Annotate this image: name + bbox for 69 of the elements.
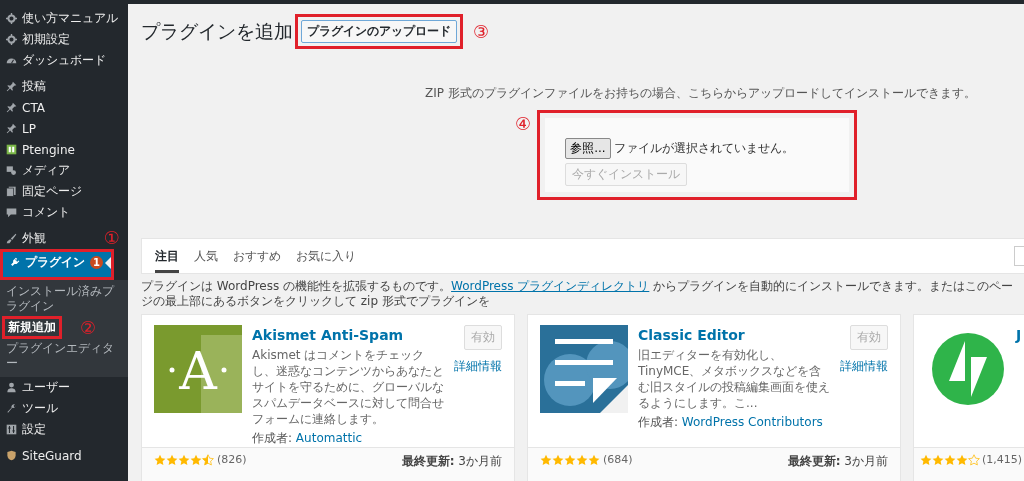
annotation-number: ④ — [515, 114, 532, 134]
sidebar-item[interactable]: 固定ページ — [0, 181, 86, 202]
rating-count: (826) — [217, 453, 247, 466]
sidebar-item[interactable]: コメント — [0, 202, 74, 223]
rating-count: (1,415) — [982, 453, 1023, 466]
sidebar-item[interactable]: 外観 — [0, 228, 50, 249]
sidebar-item[interactable]: ツール — [0, 398, 62, 419]
menu-label: 外観 — [22, 230, 46, 247]
author-label: 作成者: — [252, 431, 294, 445]
submenu-item[interactable]: 新規追加 — [5, 319, 59, 336]
menu-label: 初期設定 — [22, 31, 70, 48]
menu-label: 設定 — [22, 421, 46, 438]
annotation-number: ③ — [473, 21, 490, 42]
upload-help-text: ZIP 形式のプラグインファイルをお持ちの場合、こちらからアップロードしてインストールできます。 — [425, 85, 977, 102]
intro-text: プラグインは WordPress の機能性を拡張するものです。WordPress プラグインディレクトリ からプラグインを自動的にインストールできます。またはこのページの最上部にあるボタンをクリックして zip 形式でプラグインを — [141, 279, 1014, 309]
updated-value: 3か月前 — [843, 454, 888, 468]
sidebar-item[interactable]: CTA — [0, 97, 49, 118]
plugin-logo: A — [154, 325, 242, 413]
updated-label: 最終更新: — [401, 454, 455, 468]
sidebar-item[interactable]: 投稿 — [0, 76, 50, 97]
menu-label: プラグイン — [25, 254, 85, 271]
details-link[interactable]: 詳細情報 — [840, 358, 888, 375]
menu-label: SiteGuard — [22, 448, 82, 463]
sidebar-item[interactable]: ダッシュボード — [0, 50, 110, 71]
count-badge: 1 — [90, 256, 103, 269]
browse-button[interactable]: 参照... — [565, 138, 611, 159]
author-label: 作成者: — [638, 415, 680, 429]
menu-label: 固定ページ — [22, 183, 82, 200]
sidebar-item[interactable]: 使い方マニュアル — [0, 8, 122, 29]
menu-label: Ptengine — [22, 142, 75, 157]
menu-label: CTA — [22, 100, 45, 115]
plugin-name-link[interactable]: J — [1016, 327, 1024, 343]
page-title: プラグインを追加 — [141, 18, 293, 44]
menu-label: 投稿 — [22, 78, 46, 95]
plugin-name-link[interactable]: Classic Editor — [638, 327, 830, 343]
menu-label: ダッシュボード — [22, 52, 106, 69]
annotation-number: ② — [80, 317, 97, 338]
filter-tab[interactable]: おすすめ — [233, 239, 281, 273]
details-link[interactable]: 詳細情報 — [454, 358, 502, 375]
annotation-number: ① — [103, 228, 120, 248]
file-status-text: ファイルが選択されていません。 — [613, 140, 794, 157]
sidebar-item[interactable]: SiteGuard — [0, 445, 86, 466]
updated-value: 3か月前 — [457, 454, 502, 468]
filter-tab[interactable]: 注目 — [155, 239, 179, 273]
menu-label: LP — [22, 121, 36, 136]
menu-label: ツール — [22, 400, 58, 417]
submenu-item[interactable]: インストール済みプラグイン — [0, 282, 128, 316]
plugin-description: 旧エディターを有効化し、TinyMCE、メタボックスなどを含む旧スタイルの投稿編集画面を使えるようにします。こ... — [638, 347, 830, 411]
menu-label: ユーザー — [22, 379, 70, 396]
sidebar-item[interactable]: メディア — [0, 160, 74, 181]
sidebar-item[interactable]: Ptengine — [0, 139, 79, 160]
filter-tab[interactable]: 人気 — [194, 239, 218, 273]
menu-label: 使い方マニュアル — [22, 10, 118, 27]
sidebar-item[interactable]: 初期設定 — [0, 29, 74, 50]
upload-plugin-button[interactable]: プラグインのアップロード — [301, 20, 457, 43]
submenu-item[interactable]: プラグインエディター — [0, 339, 128, 373]
filter-tab[interactable]: お気に入り — [296, 239, 356, 273]
menu-label: コメント — [22, 204, 70, 221]
author-link[interactable]: Automattic — [295, 431, 363, 445]
sidebar-item[interactable]: 設定 — [0, 419, 50, 440]
menu-label: メディア — [22, 162, 70, 179]
rating-count: (684) — [603, 453, 633, 466]
plugin-name-link[interactable]: Akismet Anti-Spam — [252, 327, 444, 343]
sidebar-item[interactable]: LP — [0, 118, 40, 139]
updated-label: 最終更新: — [787, 454, 841, 468]
plugin-description: Akismet はコメントをチェックし、迷惑なコンテンツからあなたとサイトを守るために、グローバルなスパムデータベースに対して問合せフォームに連絡します。 — [252, 347, 444, 427]
directory-link[interactable]: WordPress プラグインディレクトリ — [451, 279, 650, 293]
author-link[interactable]: WordPress Contributors — [681, 415, 823, 429]
sidebar-item[interactable]: ユーザー — [0, 377, 74, 398]
